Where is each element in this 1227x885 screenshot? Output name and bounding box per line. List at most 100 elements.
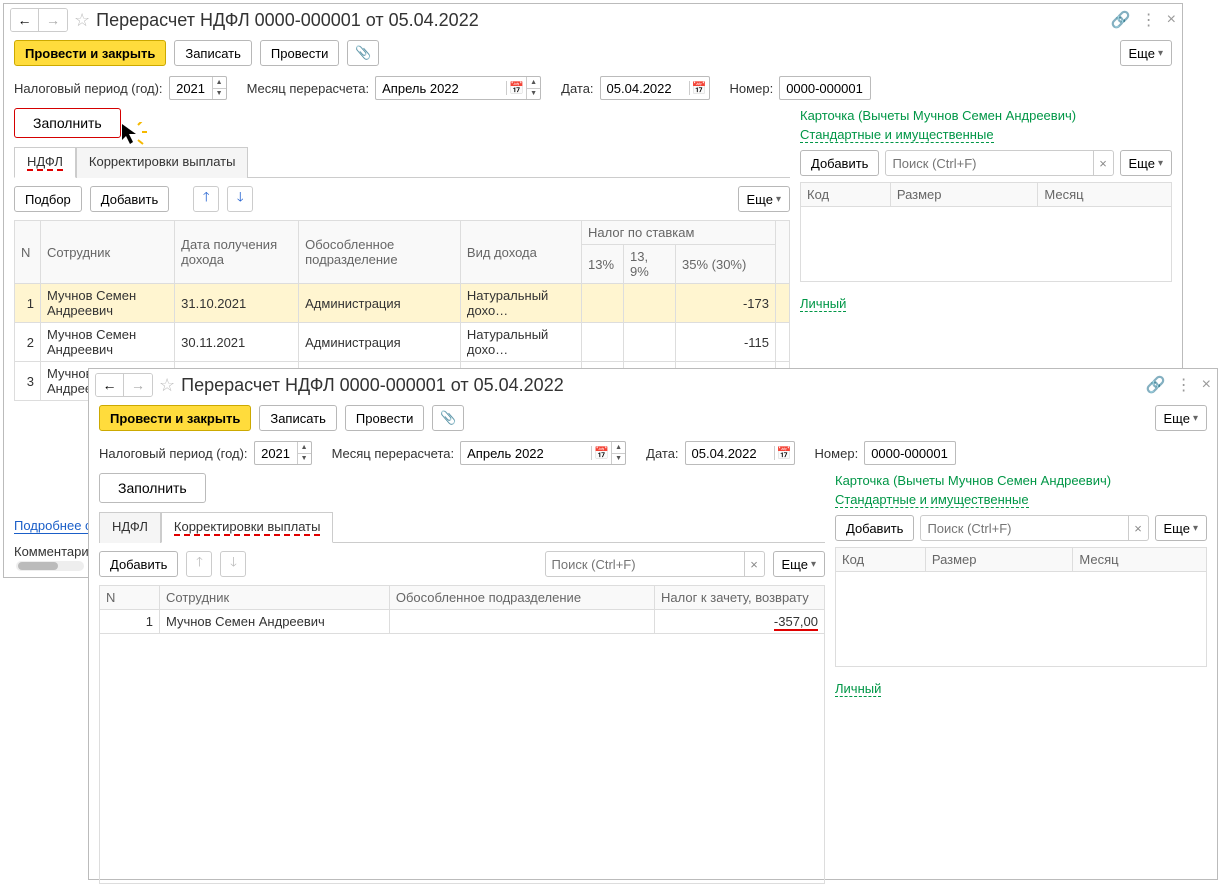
post-button[interactable]: Провести: [345, 405, 425, 431]
card-add-button[interactable]: Добавить: [835, 515, 914, 541]
nav-buttons: ← →: [10, 8, 68, 32]
tab-ndfl[interactable]: НДФЛ: [14, 147, 76, 178]
move-up-button[interactable]: 🡑: [186, 551, 212, 577]
month-calendar-icon[interactable]: 📅: [506, 81, 526, 95]
col-code: Код: [801, 183, 891, 207]
card-add-button[interactable]: Добавить: [800, 150, 879, 176]
more-button[interactable]: Еще: [1155, 405, 1207, 431]
tax-period-input[interactable]: [255, 442, 297, 464]
grid-toolbar: Подбор Добавить 🡑 🡓 Еще: [14, 178, 790, 220]
card-title: Карточка (Вычеты Мучнов Семен Андреевич): [835, 473, 1207, 488]
favorite-star-icon[interactable]: ☆: [74, 10, 90, 31]
link-icon[interactable]: 🔗: [1111, 10, 1131, 30]
tax-period-input[interactable]: [170, 77, 212, 99]
right-pane: Карточка (Вычеты Мучнов Семен Андреевич)…: [835, 473, 1207, 884]
card-search-clear-icon[interactable]: ×: [1128, 516, 1148, 540]
col-department: Обособленное подразделение: [299, 221, 461, 284]
date-calendar-icon[interactable]: 📅: [774, 446, 794, 460]
date-input[interactable]: [686, 442, 774, 464]
favorite-star-icon[interactable]: ☆: [159, 375, 175, 396]
nav-back-button[interactable]: ←: [96, 374, 124, 396]
standard-deductions-link[interactable]: Стандартные и имущественные: [800, 127, 994, 143]
number-label: Номер:: [815, 446, 859, 461]
card-more-button[interactable]: Еще: [1120, 150, 1172, 176]
col-month: Месяц: [1038, 183, 1172, 207]
link-icon[interactable]: 🔗: [1146, 375, 1166, 395]
add-row-button[interactable]: Добавить: [99, 551, 178, 577]
table-row[interactable]: 1Мучнов Семен Андреевич31.10.2021Админис…: [15, 284, 790, 323]
date-label: Дата:: [561, 81, 593, 96]
grid-search-clear-icon[interactable]: ×: [744, 552, 764, 576]
post-and-close-button[interactable]: Провести и закрыть: [99, 405, 251, 431]
move-down-button[interactable]: 🡓: [220, 551, 246, 577]
grid-toolbar: Добавить 🡑 🡓 × Еще: [99, 543, 825, 585]
save-button[interactable]: Записать: [259, 405, 337, 431]
nav-forward-button[interactable]: →: [124, 374, 152, 396]
personal-link[interactable]: Личный: [835, 681, 881, 697]
tab-corrections[interactable]: Корректировки выплаты: [161, 512, 334, 543]
month-calendar-icon[interactable]: 📅: [591, 446, 611, 460]
fields-row: Налоговый период (год): ▲▼ Месяц перерас…: [89, 439, 1217, 473]
details-link[interactable]: Подробнее с: [14, 518, 92, 534]
save-button[interactable]: Записать: [174, 40, 252, 66]
card-search-input[interactable]: [886, 156, 1092, 171]
kebab-menu-icon[interactable]: ⋮: [1141, 10, 1157, 30]
add-row-button[interactable]: Добавить: [90, 186, 169, 212]
move-down-button[interactable]: 🡓: [227, 186, 253, 212]
month-input[interactable]: [461, 442, 591, 464]
deductions-grid[interactable]: Код Размер Месяц: [800, 182, 1172, 282]
month-label: Месяц перерасчета:: [332, 446, 455, 461]
col-size: Размер: [925, 548, 1073, 572]
tax-period-label: Налоговый период (год):: [14, 81, 163, 96]
attach-button[interactable]: 📎: [347, 40, 379, 66]
nav-back-button[interactable]: ←: [11, 9, 39, 31]
date-input[interactable]: [601, 77, 689, 99]
close-icon[interactable]: ×: [1202, 376, 1211, 394]
window-title: Перерасчет НДФЛ 0000-000001 от 05.04.202…: [96, 10, 479, 31]
toolbar-top: Провести и закрыть Записать Провести 📎 Е…: [89, 401, 1217, 439]
grid-more-button[interactable]: Еще: [773, 551, 825, 577]
col-tax-group: Налог по ставкам: [582, 221, 776, 245]
grid-search-input[interactable]: [546, 557, 744, 572]
more-button[interactable]: Еще: [1120, 40, 1172, 66]
col-13-9: 13, 9%: [624, 245, 676, 284]
attach-button[interactable]: 📎: [432, 405, 464, 431]
card-title: Карточка (Вычеты Мучнов Семен Андреевич): [800, 108, 1172, 123]
tab-ndfl[interactable]: НДФЛ: [99, 512, 161, 543]
post-button[interactable]: Провести: [260, 40, 340, 66]
right-pane: Карточка (Вычеты Мучнов Семен Андреевич)…: [800, 108, 1172, 401]
h-scrollbar[interactable]: [16, 561, 84, 571]
month-spinner[interactable]: ▲▼: [526, 77, 540, 99]
card-search-input[interactable]: [921, 521, 1127, 536]
date-calendar-icon[interactable]: 📅: [689, 81, 709, 95]
card-search: ×: [920, 515, 1148, 541]
tax-period-spinner[interactable]: ▲▼: [297, 442, 311, 464]
kebab-menu-icon[interactable]: ⋮: [1176, 375, 1192, 395]
standard-deductions-link[interactable]: Стандартные и имущественные: [835, 492, 1029, 508]
fill-button[interactable]: Заполнить: [14, 108, 121, 138]
date-label: Дата:: [646, 446, 678, 461]
corrections-grid[interactable]: N Сотрудник Обособленное подразделение Н…: [99, 585, 825, 884]
grid-more-button[interactable]: Еще: [738, 186, 790, 212]
card-more-button[interactable]: Еще: [1155, 515, 1207, 541]
pick-button[interactable]: Подбор: [14, 186, 82, 212]
move-up-button[interactable]: 🡑: [193, 186, 219, 212]
tax-period-spinner[interactable]: ▲▼: [212, 77, 226, 99]
fill-button[interactable]: Заполнить: [99, 473, 206, 503]
col-income-type: Вид дохода: [460, 221, 581, 284]
personal-link[interactable]: Личный: [800, 296, 846, 312]
close-icon[interactable]: ×: [1167, 11, 1176, 29]
card-search-clear-icon[interactable]: ×: [1093, 151, 1113, 175]
number-input[interactable]: [865, 442, 955, 464]
deductions-grid[interactable]: Код Размер Месяц: [835, 547, 1207, 667]
month-input[interactable]: [376, 77, 506, 99]
table-row[interactable]: 1Мучнов Семен Андреевич-357,00: [100, 610, 825, 634]
post-and-close-button[interactable]: Провести и закрыть: [14, 40, 166, 66]
month-spinner[interactable]: ▲▼: [611, 442, 625, 464]
tab-corrections[interactable]: Корректировки выплаты: [76, 147, 249, 178]
table-row[interactable]: 2Мучнов Семен Андреевич30.11.2021Админис…: [15, 323, 790, 362]
nav-forward-button[interactable]: →: [39, 9, 67, 31]
tax-period-input-group: ▲▼: [169, 76, 227, 100]
toolbar-top: Провести и закрыть Записать Провести 📎 Е…: [4, 36, 1182, 74]
number-input[interactable]: [780, 77, 870, 99]
